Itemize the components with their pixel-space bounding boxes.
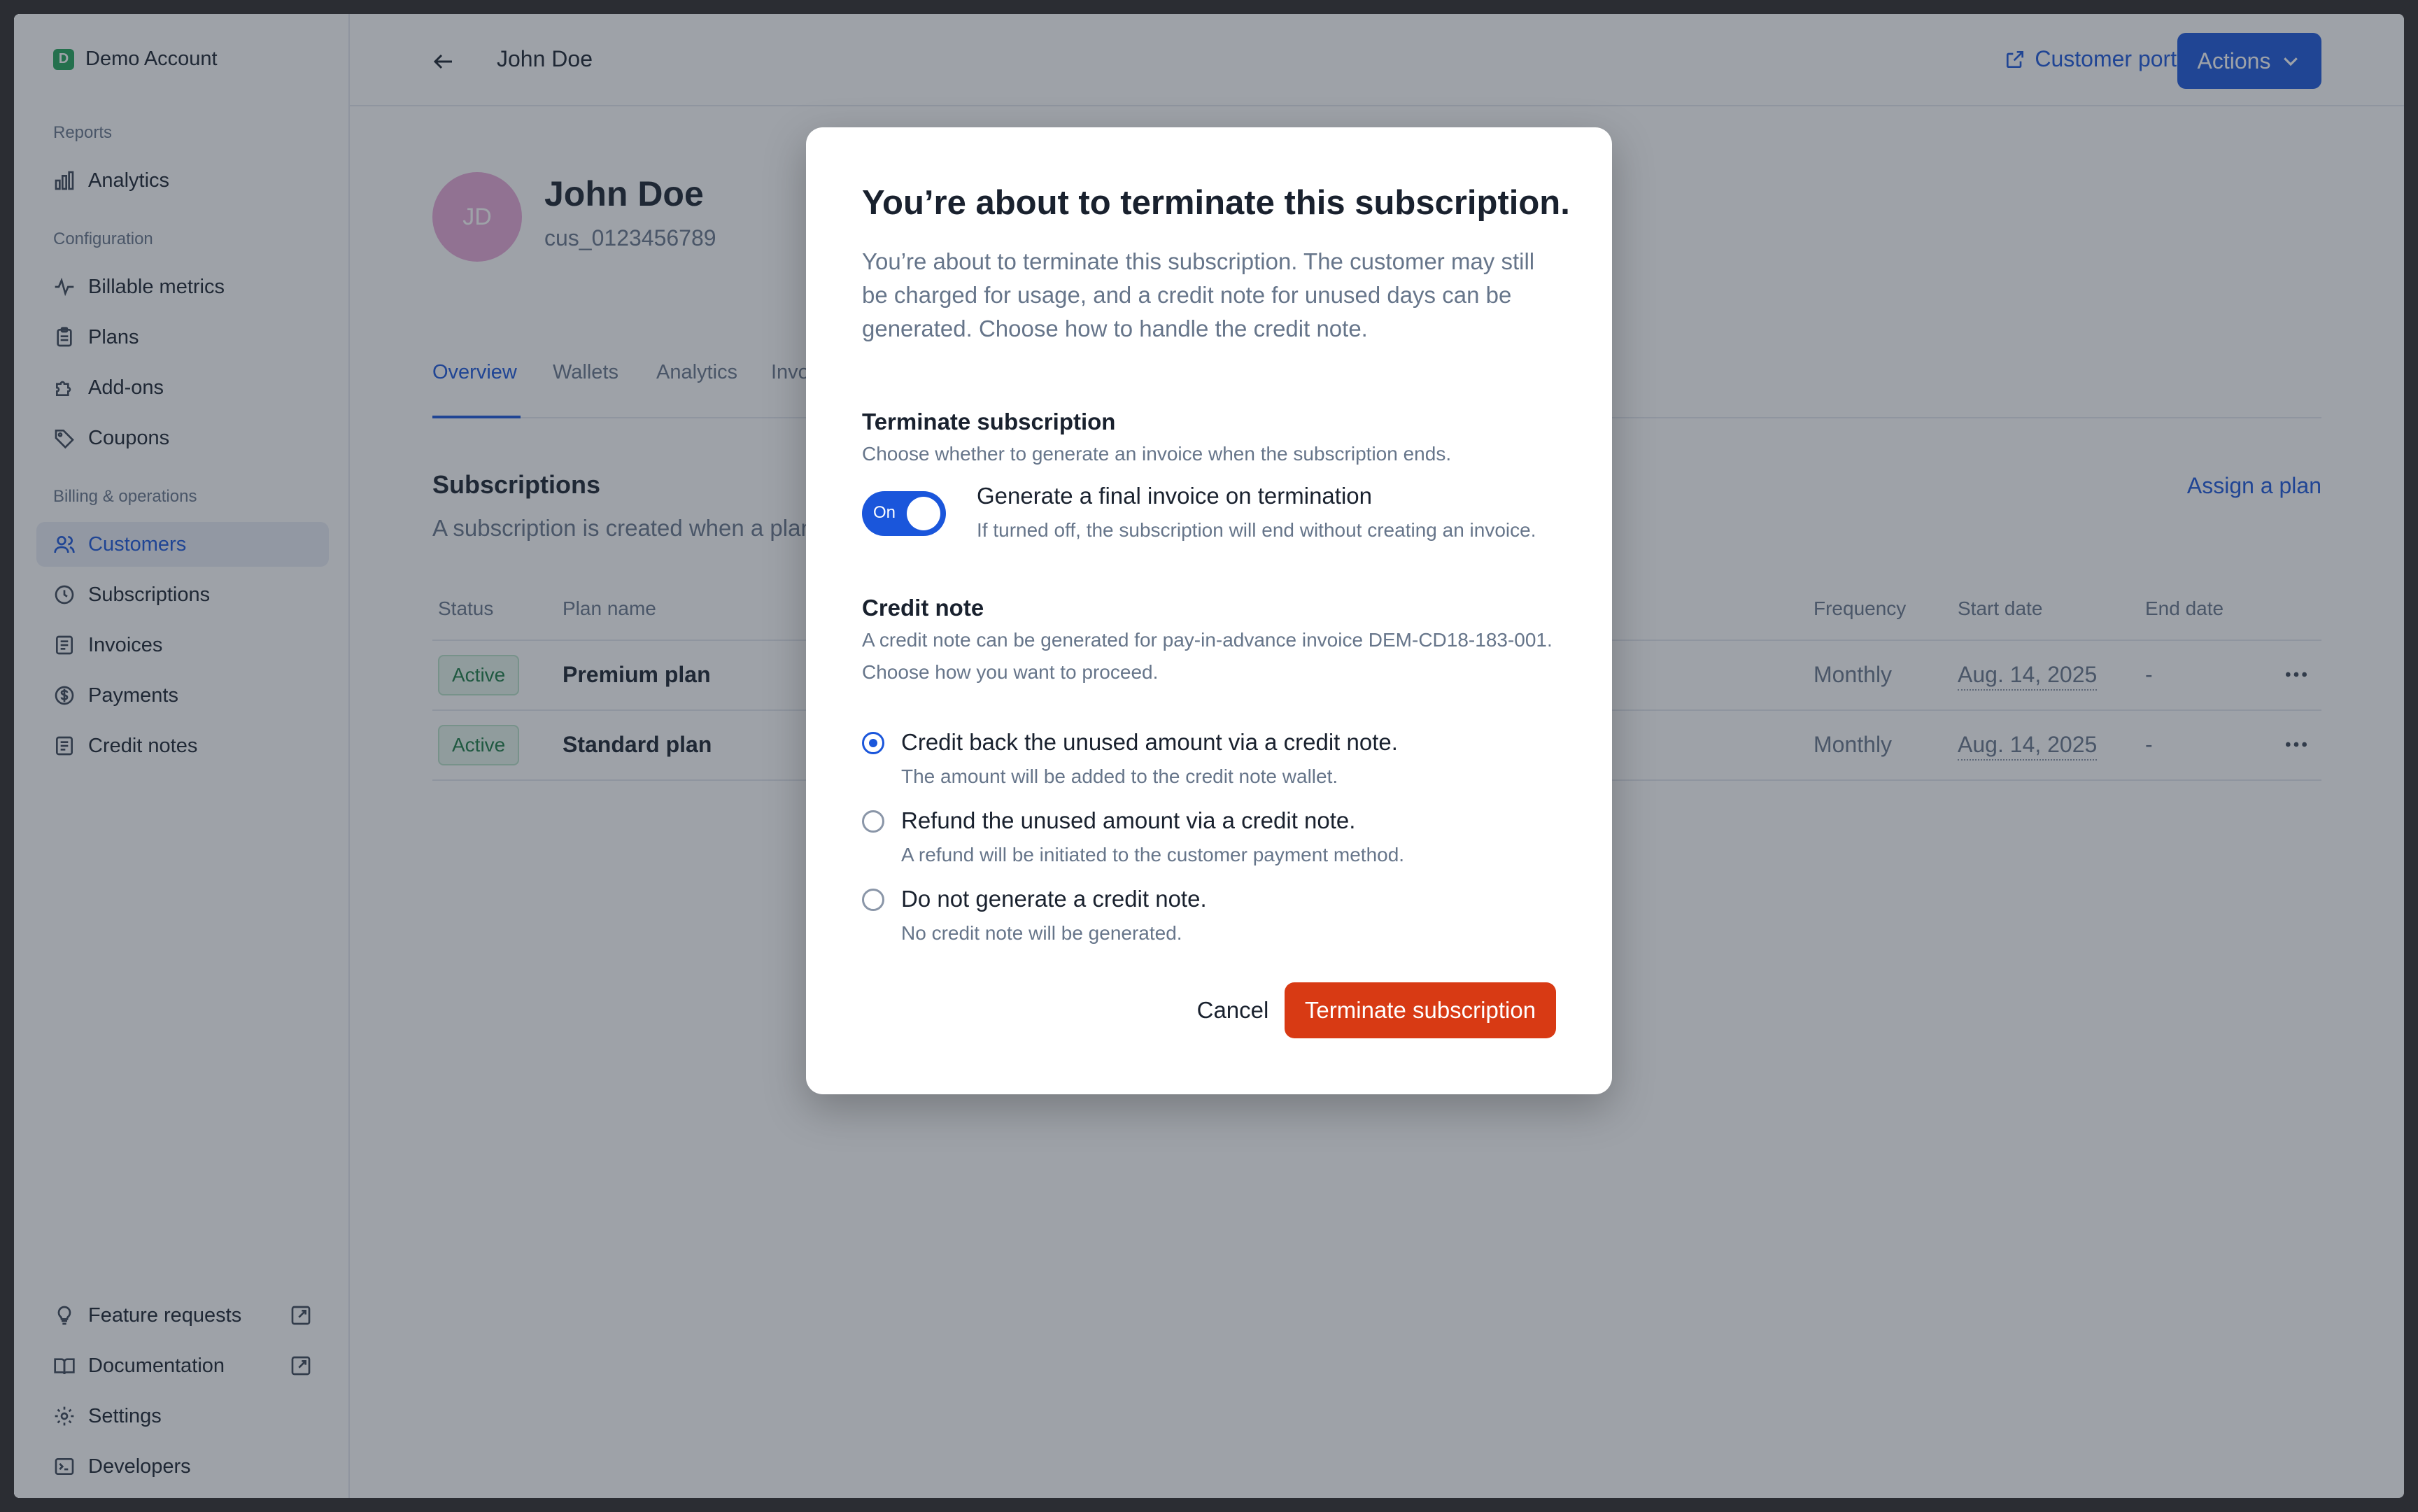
toggle-subtitle: If turned off, the subscription will end…: [977, 519, 1536, 541]
credit-note-section-subtitle: A credit note can be generated for pay-i…: [862, 629, 1553, 683]
option-subtitle: No credit note will be generated.: [901, 922, 1182, 944]
option-subtitle: The amount will be added to the credit n…: [901, 765, 1338, 787]
toggle-title: Generate a final invoice on termination: [977, 483, 1372, 509]
option-title[interactable]: Credit back the unused amount via a cred…: [901, 729, 1398, 756]
cancel-button[interactable]: Cancel: [1177, 982, 1289, 1038]
option-subtitle: A refund will be initiated to the custom…: [901, 844, 1405, 865]
final-invoice-toggle[interactable]: On: [862, 491, 946, 536]
terminate-section-subtitle: Choose whether to generate an invoice wh…: [862, 443, 1452, 465]
toggle-knob: [907, 497, 940, 530]
credit-note-section-title: Credit note: [862, 595, 984, 621]
terminate-subscription-button[interactable]: Terminate subscription: [1285, 982, 1556, 1038]
option-title[interactable]: Do not generate a credit note.: [901, 886, 1207, 912]
radio-credit-back[interactable]: [862, 732, 884, 754]
dialog-description: You’re about to terminate this subscript…: [862, 248, 1535, 341]
option-title[interactable]: Refund the unused amount via a credit no…: [901, 807, 1355, 834]
app-window: D Demo Account Reports Analytics Configu…: [14, 14, 2404, 1498]
radio-no-credit-note[interactable]: [862, 889, 884, 911]
terminate-subscription-dialog: You’re about to terminate this subscript…: [806, 127, 1612, 1094]
toggle-state-label: On: [873, 503, 896, 522]
radio-refund[interactable]: [862, 810, 884, 833]
dialog-title: You’re about to terminate this subscript…: [862, 184, 1570, 222]
terminate-section-title: Terminate subscription: [862, 409, 1116, 434]
